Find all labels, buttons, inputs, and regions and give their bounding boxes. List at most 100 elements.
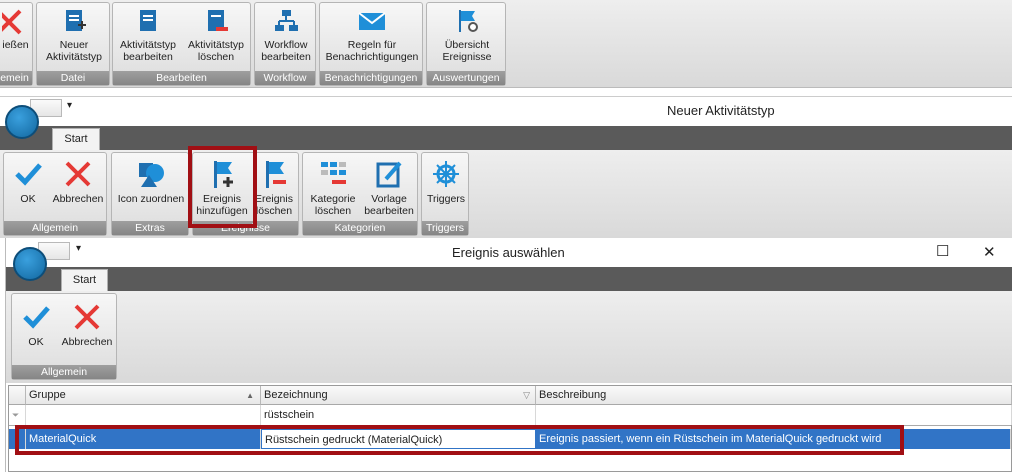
label: Neuer <box>59 39 89 51</box>
row-indicator-header <box>9 386 26 405</box>
group-caption: Allgemein <box>12 365 116 379</box>
label: Übersicht <box>444 39 490 51</box>
group-allgemein-top: ießen emein <box>0 2 33 86</box>
label: Ereignis <box>255 193 293 205</box>
edit-workflow-button[interactable]: Workflow bearbeiten <box>255 7 317 63</box>
column-label: Beschreibung <box>539 389 607 401</box>
category-grid-icon <box>321 162 346 184</box>
delete-event-button[interactable]: Ereignis löschen <box>250 159 298 217</box>
edit-document-icon <box>140 10 156 31</box>
triggers-button[interactable]: Triggers <box>422 159 470 205</box>
label: OK <box>20 193 36 205</box>
window2-tab-strip <box>6 267 1012 291</box>
wheel-icon <box>433 161 459 187</box>
column-header-bezeichnung[interactable]: Bezeichnung ▽ <box>261 386 536 405</box>
delete-category-button[interactable]: Kategorie löschen <box>305 159 361 217</box>
group-allgemein: OK Abbrechen Allgemein <box>3 152 107 236</box>
group-workflow: Workflow bearbeiten Workflow <box>254 2 316 86</box>
highlight-add-event <box>188 146 257 228</box>
flag-remove-icon <box>266 161 286 188</box>
close-icon <box>1 9 21 35</box>
close-button[interactable]: ießen <box>0 7 34 51</box>
label: löschen <box>197 51 235 63</box>
tab-start[interactable]: Start <box>52 128 100 150</box>
label: bearbeiten <box>261 51 311 63</box>
label: Workflow <box>264 39 308 51</box>
edit-template-icon <box>376 161 402 188</box>
workflow-icon <box>275 10 298 31</box>
filter-cell-beschreibung[interactable] <box>536 405 1012 425</box>
group-caption: Datei <box>37 71 109 85</box>
window2-ribbon <box>6 291 1012 383</box>
shapes-icon <box>139 163 164 187</box>
ok-button-2[interactable]: OK <box>16 302 56 348</box>
label: Aktivitätstyp <box>45 51 103 63</box>
label: bearbeiten <box>123 51 173 63</box>
label: Aktivitätstyp <box>119 39 177 51</box>
filter-row-indicator: ⏷ <box>9 405 26 425</box>
cancel-button[interactable]: Abbrechen <box>50 159 106 205</box>
window1-title: Neuer Aktivitätstyp <box>667 103 775 118</box>
label: Benachrichtigungen <box>325 51 419 63</box>
app-logo-2[interactable] <box>13 247 47 281</box>
filter-cell-gruppe[interactable] <box>26 405 261 425</box>
new-activity-type-button[interactable]: Neuer Aktivitätstyp <box>37 7 111 63</box>
label: Triggers <box>426 193 466 205</box>
new-document-icon <box>66 10 86 31</box>
event-overview-button[interactable]: Übersicht Ereignisse <box>427 7 507 63</box>
window2-title: Ereignis auswählen <box>452 245 565 260</box>
notification-rules-button[interactable]: Regeln für Benachrichtigungen <box>320 7 424 63</box>
close-icon <box>74 304 100 330</box>
column-label: Bezeichnung <box>264 389 328 401</box>
group-caption: Kategorien <box>303 221 417 235</box>
group-caption: Extras <box>112 221 188 235</box>
checkmark-icon <box>23 306 50 329</box>
ok-button[interactable]: OK <box>8 159 48 205</box>
group-caption: Auswertungen <box>427 71 505 85</box>
label: Abbrechen <box>61 336 113 348</box>
qat-dropdown-icon-2[interactable]: ▾ <box>76 243 81 254</box>
edit-activity-type-button[interactable]: Aktivitätstyp bearbeiten <box>115 7 181 63</box>
group-auswertungen: Übersicht Ereignisse Auswertungen <box>426 2 506 86</box>
sort-ascending-icon[interactable]: ▲ <box>246 386 254 405</box>
label: Regeln für <box>347 39 397 51</box>
label: Kategorie <box>310 193 356 205</box>
group-caption: Bearbeiten <box>113 71 250 85</box>
group-triggers: Triggers Triggers <box>421 152 469 236</box>
qat-dropdown-icon[interactable]: ▾ <box>67 100 72 111</box>
label: Icon zuordnen <box>117 193 185 205</box>
column-header-gruppe[interactable]: Gruppe ▲ <box>26 386 261 405</box>
group-caption: Allgemein <box>4 221 106 235</box>
column-label: Gruppe <box>29 389 66 401</box>
tab-start-2[interactable]: Start <box>61 269 108 291</box>
label: Aktivitätstyp <box>187 39 245 51</box>
maximize-icon[interactable]: ☐ <box>936 242 949 260</box>
window1-titlebar <box>0 96 1012 126</box>
filter-cell-bezeichnung[interactable]: rüstschein <box>261 405 536 425</box>
group-caption: Triggers <box>422 221 468 235</box>
group-bearbeiten-top: Aktivitätstyp bearbeiten Aktivitätstyp l… <box>112 2 251 86</box>
window-close-icon[interactable]: ✕ <box>983 243 996 261</box>
close-icon <box>65 161 91 187</box>
label: löschen <box>314 205 352 217</box>
label: Vorlage <box>371 193 407 205</box>
group-kategorien: Kategorie löschen Vorlage bearbeiten Kat… <box>302 152 418 236</box>
app-logo[interactable] <box>5 105 39 139</box>
group-caption: emein <box>0 71 32 85</box>
label: bearbeiten <box>364 205 414 217</box>
highlight-selected-row <box>15 425 904 455</box>
window1-tab-strip <box>0 126 1012 150</box>
cancel-button-2[interactable]: Abbrechen <box>58 302 116 348</box>
column-header-beschreibung[interactable]: Beschreibung <box>536 386 1012 405</box>
group-caption: Workflow <box>255 71 315 85</box>
envelope-icon <box>358 12 386 30</box>
group-allgemein-2: OK Abbrechen Allgemein <box>11 293 117 380</box>
assign-icon-button[interactable]: Icon zuordnen <box>112 159 190 205</box>
edit-template-button[interactable]: Vorlage bearbeiten <box>361 159 417 217</box>
group-caption: Benachrichtigungen <box>320 71 422 85</box>
group-extras: Icon zuordnen Extras <box>111 152 189 236</box>
label: Abbrechen <box>52 193 104 205</box>
delete-activity-type-button[interactable]: Aktivitätstyp löschen <box>183 7 249 63</box>
filter-icon[interactable]: ▽ <box>523 386 530 405</box>
checkmark-icon <box>15 163 42 186</box>
